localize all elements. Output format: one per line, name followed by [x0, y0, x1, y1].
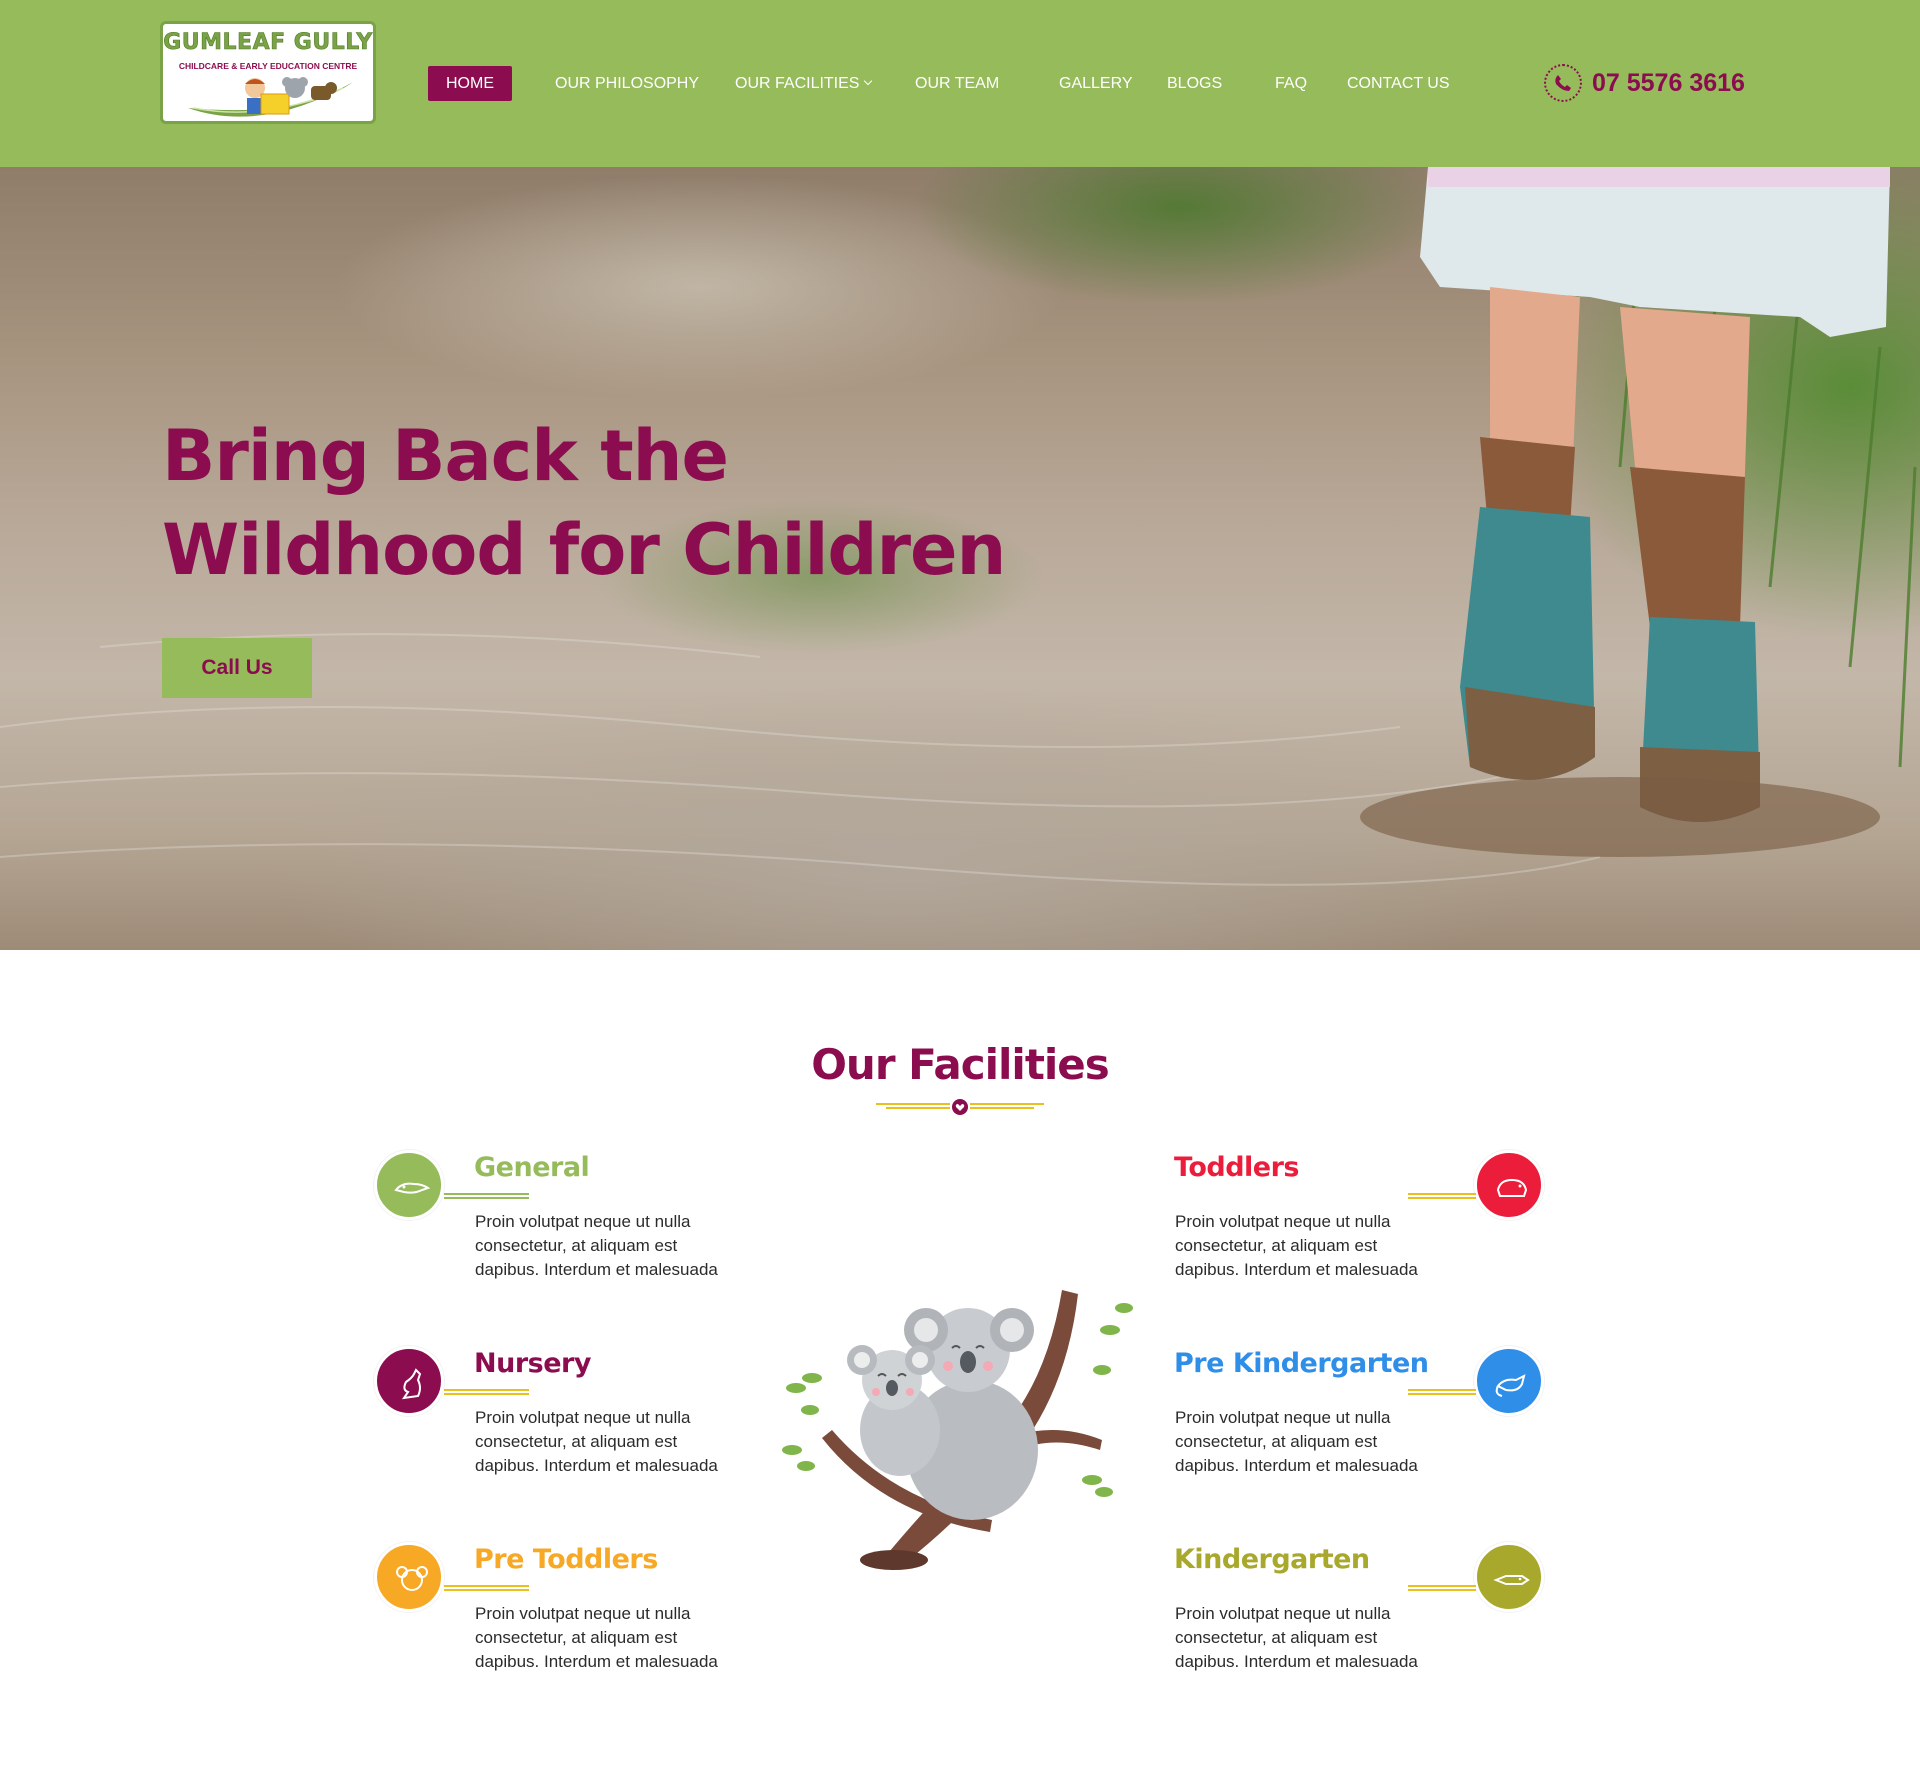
- hero-banner: Bring Back the Wildhood for Children Cal…: [0, 167, 1920, 950]
- facility-connector: [1408, 1389, 1476, 1395]
- facilities-heading: Our Facilities: [811, 1040, 1110, 1089]
- wombat-icon: [1474, 1150, 1544, 1220]
- call-us-button[interactable]: Call Us: [162, 638, 312, 698]
- facility-toddlers[interactable]: Toddlers Proin volutpat neque ut nulla c…: [1174, 1150, 1594, 1350]
- nav-gallery[interactable]: GALLERY: [1059, 66, 1133, 101]
- facility-name: Kindergarten: [1174, 1544, 1370, 1575]
- nav-our-philosophy[interactable]: OUR PHILOSOPHY: [555, 66, 699, 101]
- facility-name: Toddlers: [1174, 1152, 1300, 1183]
- nav-faq[interactable]: FAQ: [1275, 66, 1307, 101]
- heading-divider: [876, 1099, 1044, 1115]
- facility-description: Proin volutpat neque ut nulla consectetu…: [475, 1604, 718, 1671]
- facility-description: Proin volutpat neque ut nulla consectetu…: [1175, 1212, 1418, 1279]
- facility-connector: [444, 1389, 529, 1395]
- nav-blogs[interactable]: BLOGS: [1167, 66, 1222, 101]
- possum-icon: [1474, 1346, 1544, 1416]
- facility-kindergarten[interactable]: Kindergarten Proin volutpat neque ut nul…: [1174, 1542, 1594, 1742]
- site-header: GUMLEAF GULLY CHILDCARE & EARLY EDUCATIO…: [0, 0, 1920, 167]
- facility-connector: [1408, 1585, 1476, 1591]
- site-logo[interactable]: GUMLEAF GULLY CHILDCARE & EARLY EDUCATIO…: [160, 21, 376, 124]
- nav-our-team[interactable]: OUR TEAM: [915, 66, 999, 101]
- facility-pre-toddlers[interactable]: Pre Toddlers Proin volutpat neque ut nul…: [374, 1542, 794, 1742]
- facility-description: Proin volutpat neque ut nulla consectetu…: [475, 1408, 718, 1475]
- logo-title: GUMLEAF GULLY: [163, 30, 373, 56]
- facility-name: Pre Toddlers: [474, 1544, 658, 1575]
- crocodile-icon: [1474, 1542, 1544, 1612]
- logo-subtitle: CHILDCARE & EARLY EDUCATION CENTRE: [178, 61, 358, 71]
- phone-icon: [1544, 64, 1582, 102]
- phone-number: 07 5576 3616: [1592, 69, 1745, 97]
- facility-connector: [444, 1193, 529, 1199]
- hero-heading-line1: Bring Back the: [162, 415, 729, 497]
- facility-connector: [1408, 1193, 1476, 1199]
- logo-illustration: [188, 77, 353, 117]
- facility-connector: [444, 1585, 529, 1591]
- facility-description: Proin volutpat neque ut nulla consectetu…: [1175, 1408, 1418, 1475]
- koala-illustration: [782, 1290, 1133, 1570]
- facility-name: Nursery: [474, 1348, 591, 1379]
- facility-nursery[interactable]: Nursery Proin volutpat neque ut nulla co…: [374, 1346, 794, 1546]
- hero-heading: Bring Back the Wildhood for Children: [162, 409, 1006, 597]
- facility-general[interactable]: General Proin volutpat neque ut nulla co…: [374, 1150, 794, 1350]
- hero-heading-line2: Wildhood for Children: [162, 509, 1006, 591]
- nav-home[interactable]: HOME: [428, 66, 512, 101]
- facility-name: General: [474, 1152, 590, 1183]
- platypus-icon: [374, 1150, 444, 1220]
- chevron-down-icon: [864, 76, 873, 86]
- nav-our-facilities-label: OUR FACILITIES: [735, 75, 860, 92]
- facility-pre-kindergarten[interactable]: Pre Kindergarten Proin volutpat neque ut…: [1174, 1346, 1594, 1546]
- koala-icon: [374, 1542, 444, 1612]
- facility-name: Pre Kindergarten: [1174, 1348, 1429, 1379]
- nav-contact-us[interactable]: CONTACT US: [1347, 66, 1450, 101]
- facility-description: Proin volutpat neque ut nulla consectetu…: [475, 1212, 718, 1279]
- kangaroo-icon: [374, 1346, 444, 1416]
- facility-description: Proin volutpat neque ut nulla consectetu…: [1175, 1604, 1418, 1671]
- nav-our-facilities[interactable]: OUR FACILITIES: [735, 66, 873, 101]
